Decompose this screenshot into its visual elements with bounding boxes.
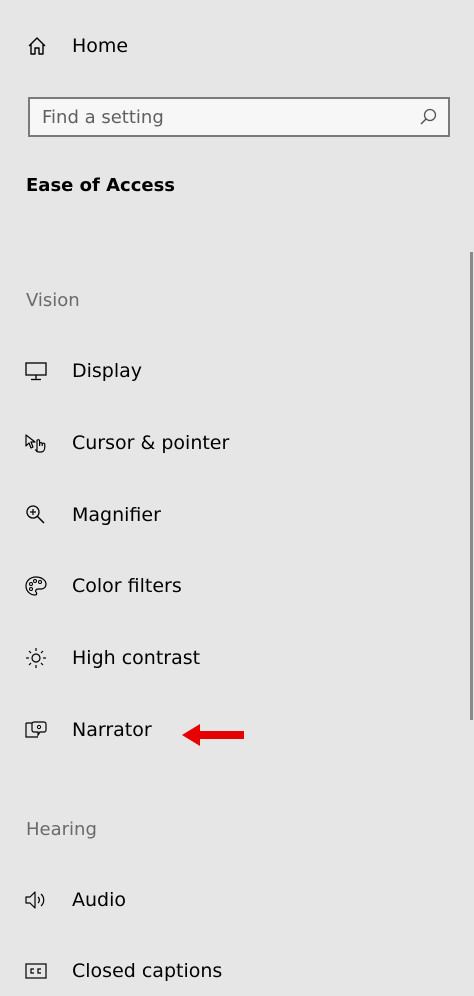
- nav-item-high-contrast[interactable]: High contrast: [0, 633, 460, 683]
- nav-item-closed-captions[interactable]: Closed captions: [0, 946, 460, 996]
- page-section-title: Ease of Access: [26, 175, 176, 196]
- group-header-vision: Vision: [26, 290, 80, 311]
- nav-item-magnifier[interactable]: Magnifier: [0, 490, 460, 540]
- home-icon: [27, 36, 47, 56]
- nav-item-label: Display: [72, 360, 143, 382]
- nav-item-label: Cursor & pointer: [72, 432, 230, 454]
- cursor-pointer-icon: [24, 432, 48, 454]
- nav-item-audio[interactable]: Audio: [0, 875, 460, 925]
- nav-item-label: Closed captions: [72, 960, 223, 982]
- audio-icon: [24, 889, 48, 911]
- annotation-arrow-icon: [182, 724, 244, 746]
- nav-item-label: Audio: [72, 889, 127, 911]
- nav-item-color-filters[interactable]: Color filters: [0, 561, 460, 611]
- search-icon[interactable]: [418, 107, 438, 127]
- display-icon: [24, 360, 48, 382]
- nav-item-label: Magnifier: [72, 504, 161, 526]
- magnifier-icon: [24, 504, 48, 526]
- narrator-icon: [24, 719, 48, 741]
- search-box[interactable]: [28, 97, 450, 137]
- color-filters-icon: [24, 575, 48, 597]
- high-contrast-icon: [24, 647, 48, 669]
- home-label: Home: [72, 35, 129, 57]
- search-input[interactable]: [42, 99, 402, 135]
- scrollbar[interactable]: [470, 252, 473, 720]
- nav-home[interactable]: Home: [0, 24, 474, 68]
- nav-item-label: Narrator: [72, 719, 152, 741]
- nav-item-cursor-pointer[interactable]: Cursor & pointer: [0, 418, 460, 468]
- group-header-hearing: Hearing: [26, 819, 97, 840]
- nav-item-label: Color filters: [72, 575, 182, 597]
- nav-item-display[interactable]: Display: [0, 346, 460, 396]
- closed-captions-icon: [24, 960, 48, 982]
- nav-item-label: High contrast: [72, 647, 201, 669]
